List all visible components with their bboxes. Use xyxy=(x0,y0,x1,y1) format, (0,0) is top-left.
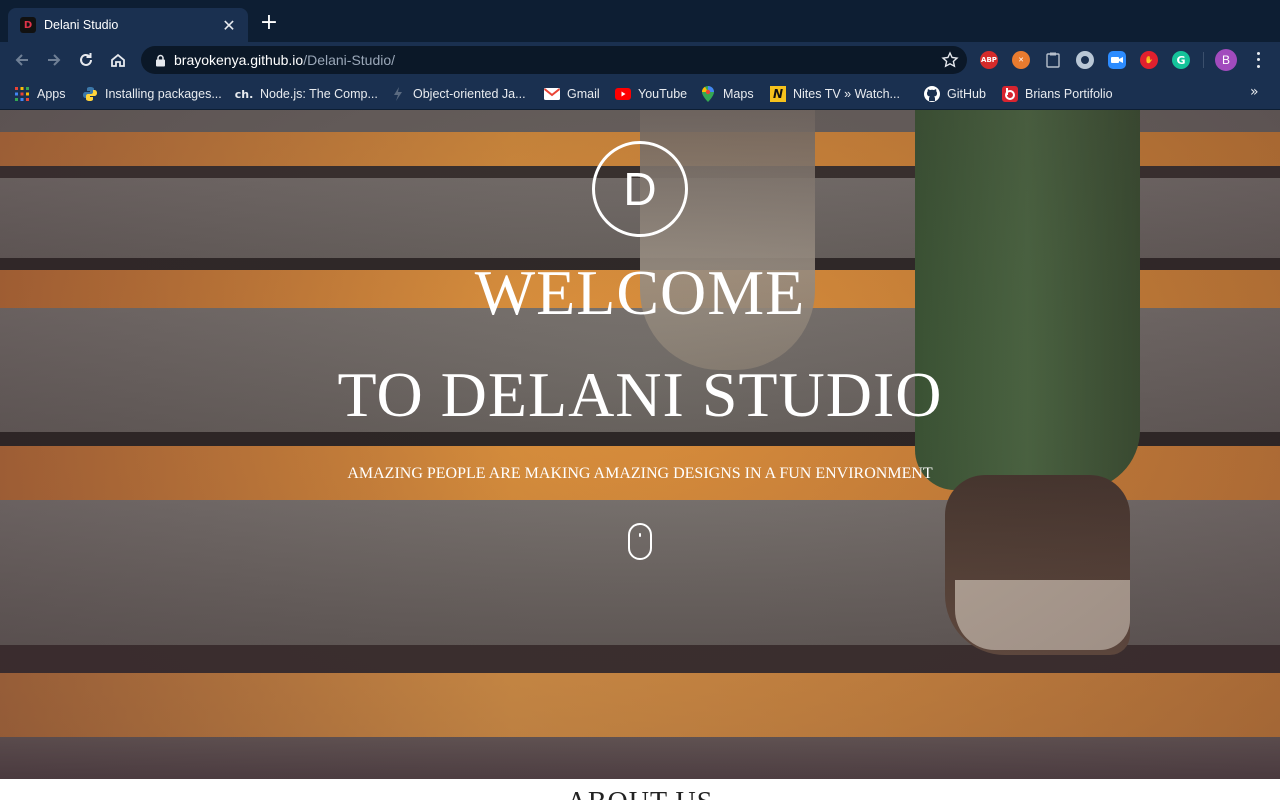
adblock-plus-icon[interactable]: ABP xyxy=(980,51,998,69)
circle-extension-icon[interactable] xyxy=(1076,51,1094,69)
portfolio-icon xyxy=(1002,86,1018,102)
lock-icon[interactable] xyxy=(153,53,167,67)
forward-arrow-icon[interactable] xyxy=(42,48,66,72)
bookmark-label: YouTube xyxy=(638,87,688,101)
hero-title-line2: TO DELANI STUDIO xyxy=(337,359,943,430)
bookmark-label: Apps xyxy=(37,87,66,101)
hero-title-line1: WELCOME xyxy=(474,257,806,328)
maps-icon xyxy=(700,86,716,102)
profile-avatar[interactable]: B xyxy=(1215,49,1237,71)
bookmark-label: GitHub xyxy=(947,87,986,101)
bookmark-label: Nites TV » Watch... xyxy=(793,87,900,101)
bookmark-label: Object-oriented Ja... xyxy=(413,87,526,101)
delani-favicon-icon: D xyxy=(20,17,36,33)
youtube-icon xyxy=(615,86,631,102)
hand-stop-icon[interactable]: ✋ xyxy=(1140,51,1158,69)
home-icon[interactable] xyxy=(106,48,130,72)
zoom-icon[interactable] xyxy=(1108,51,1126,69)
python-icon xyxy=(82,86,98,102)
tab-title: Delani Studio xyxy=(44,18,119,32)
nitestv-icon: N xyxy=(770,86,786,102)
hero-section: D WELCOME TO DELANI STUDIO AMAZING PEOPL… xyxy=(0,110,1280,779)
toolbar-separator xyxy=(1203,52,1204,68)
bookmark-brians-portfolio[interactable]: Brians Portifolio xyxy=(1002,85,1113,103)
delani-logo: D xyxy=(592,141,688,237)
bookmark-maps[interactable]: Maps xyxy=(700,85,754,103)
about-section: ABOUT US xyxy=(0,779,1280,800)
grammarly-icon[interactable]: G xyxy=(1172,51,1190,69)
url-path: /Delani-Studio/ xyxy=(303,52,396,68)
bookmark-nodejs[interactable]: ch. Node.js: The Comp... xyxy=(234,85,378,103)
bookmark-nitestv[interactable]: N Nites TV » Watch... xyxy=(770,85,900,103)
browser-toolbar: brayokenya.github.io/Delani-Studio/ ABP … xyxy=(0,42,1280,78)
bookmark-label: Node.js: The Comp... xyxy=(260,87,378,101)
bookmark-object-oriented[interactable]: Object-oriented Ja... xyxy=(390,85,526,103)
about-title: ABOUT US xyxy=(0,787,1280,800)
tab-close-icon[interactable]: ✕ xyxy=(220,16,238,35)
tab-strip: D Delani Studio ✕ + xyxy=(0,0,1280,42)
bookmark-label: Brians Portifolio xyxy=(1025,87,1113,101)
clipboard-icon[interactable] xyxy=(1044,51,1062,69)
bookmark-label: Maps xyxy=(723,87,754,101)
bookmark-apps[interactable]: Apps xyxy=(14,85,66,103)
bookmark-github[interactable]: GitHub xyxy=(924,85,986,103)
bolt-icon xyxy=(390,86,406,102)
address-bar[interactable]: brayokenya.github.io/Delani-Studio/ xyxy=(141,46,967,74)
bookmark-youtube[interactable]: YouTube xyxy=(615,85,687,103)
active-tab[interactable]: D Delani Studio ✕ xyxy=(8,8,248,42)
bookmark-label: Gmail xyxy=(567,87,600,101)
more-bookmarks-icon[interactable]: » xyxy=(1250,84,1259,100)
ch-icon: ch. xyxy=(234,87,254,101)
bookmark-label: Installing packages... xyxy=(105,87,222,101)
bookmark-gmail[interactable]: Gmail xyxy=(544,85,600,103)
bookmark-installing-packages[interactable]: Installing packages... xyxy=(82,85,222,103)
hero-subtitle: AMAZING PEOPLE ARE MAKING AMAZING DESIGN… xyxy=(347,465,933,482)
bookmarks-bar: Apps Installing packages... ch. Node.js:… xyxy=(0,78,1280,110)
github-icon xyxy=(924,86,940,102)
new-tab-button[interactable]: + xyxy=(258,12,280,34)
url-host: brayokenya.github.io xyxy=(174,52,304,68)
back-arrow-icon[interactable] xyxy=(10,48,34,72)
bookmark-star-icon[interactable] xyxy=(941,51,959,69)
ublock-icon[interactable]: ✕ xyxy=(1012,51,1030,69)
reload-icon[interactable] xyxy=(74,48,98,72)
browser-menu-icon[interactable] xyxy=(1250,50,1266,70)
gmail-icon xyxy=(544,86,560,102)
apps-grid-icon xyxy=(14,86,30,102)
scroll-mouse-icon[interactable] xyxy=(628,523,652,560)
